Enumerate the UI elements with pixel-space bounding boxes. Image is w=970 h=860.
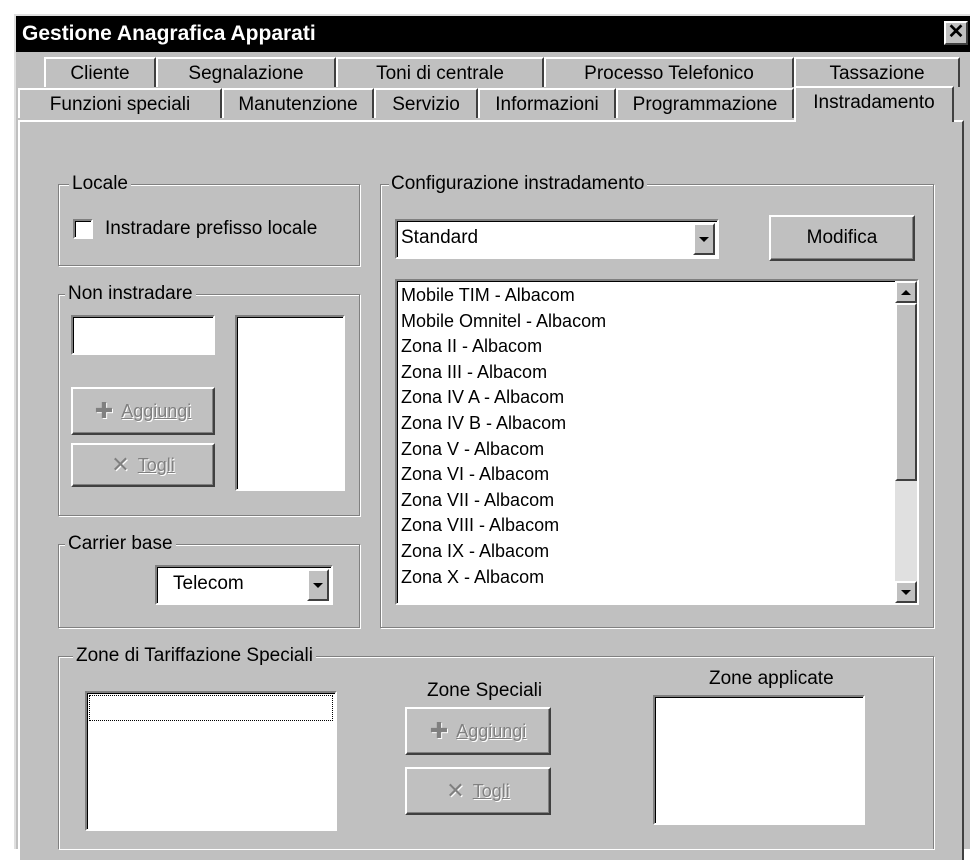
chevron-down-icon[interactable]	[693, 223, 715, 255]
tab-label: Instradamento	[813, 92, 935, 113]
list-item[interactable]: Zona VI - Albacom	[397, 462, 891, 488]
tab-label: Funzioni speciali	[49, 94, 191, 115]
list-focus-item[interactable]	[89, 695, 333, 721]
list-item[interactable]: Zona IV B - Albacom	[397, 411, 891, 437]
zone-tariffazione-legend: Zone di Tariffazione Speciali	[73, 643, 316, 669]
scroll-up-button[interactable]	[895, 281, 917, 303]
list-item[interactable]: Zona VII - Albacom	[397, 488, 891, 514]
zone-togli-button[interactable]: ✕ Togli	[405, 767, 551, 815]
config-selected: Standard	[401, 227, 479, 248]
modifica-label: Modifica	[806, 227, 878, 248]
config-list-items: Mobile TIM - Albacom Mobile Omnitel - Alb…	[397, 283, 891, 590]
list-item[interactable]: Zona X - Albacom	[397, 565, 891, 591]
zone-aggiungi-label: Aggiungi	[456, 720, 527, 741]
title-bar: Gestione Anagrafica Apparati ✕	[16, 16, 970, 52]
togli-label: Togli	[137, 454, 175, 475]
tab-label: Programmazione	[632, 94, 778, 115]
plus-icon: ✚	[429, 718, 449, 743]
list-item[interactable]: Zona II - Albacom	[397, 334, 891, 360]
zone-tariffazione-group: Zone di Tariffazione Speciali Zone Speci…	[58, 643, 934, 849]
list-item[interactable]: Zona IX - Albacom	[397, 539, 891, 565]
list-item[interactable]: Zona III - Albacom	[397, 360, 891, 386]
zone-available-list[interactable]	[85, 691, 337, 831]
tab-label: Manutenzione	[238, 94, 358, 115]
scrollbar-thumb[interactable]	[895, 303, 917, 481]
config-legend: Configurazione instradamento	[389, 171, 647, 197]
list-item[interactable]: Zona VIII - Albacom	[397, 513, 891, 539]
tab-manutenzione[interactable]: Manutenzione	[222, 88, 374, 118]
non-instradare-group: Non instradare ✚ Aggiungi ✕ Togli	[58, 281, 360, 516]
carrier-base-legend: Carrier base	[65, 531, 176, 557]
tab-label: Tassazione	[829, 63, 925, 84]
togli-button[interactable]: ✕ Togli	[71, 443, 215, 487]
tab-label: Cliente	[70, 63, 130, 84]
plus-icon: ✚	[94, 398, 114, 423]
zone-togli-label: Togli	[472, 780, 510, 801]
list-item[interactable]: Zona IV A - Albacom	[397, 385, 891, 411]
list-item[interactable]: Mobile Omnitel - Albacom	[397, 309, 891, 335]
aggiungi-label: Aggiungi	[121, 400, 192, 421]
tab-funzioni-speciali[interactable]: Funzioni speciali	[18, 88, 222, 118]
window-title: Gestione Anagrafica Apparati	[22, 22, 316, 45]
locale-group: Locale Instradare prefisso locale	[58, 171, 360, 266]
config-instradamento-group: Configurazione instradamento Standard Mo…	[380, 171, 934, 628]
chevron-down-icon[interactable]	[307, 569, 329, 601]
tab-servizio[interactable]: Servizio	[374, 88, 478, 118]
carrier-base-group: Carrier base Telecom	[58, 531, 360, 628]
tab-label: Informazioni	[495, 94, 599, 115]
list-item[interactable]: Zona V - Albacom	[397, 437, 891, 463]
scroll-down-button[interactable]	[895, 581, 917, 603]
config-dropdown[interactable]: Standard	[395, 219, 719, 259]
instradare-prefisso-label: Instradare prefisso locale	[105, 218, 318, 239]
tab-tassazione[interactable]: Tassazione	[794, 57, 960, 87]
tab-toni-di-centrale[interactable]: Toni di centrale	[336, 57, 544, 87]
zone-applicate-list[interactable]	[653, 695, 865, 825]
tab-label: Processo Telefonico	[584, 63, 754, 84]
non-instradare-legend: Non instradare	[65, 281, 196, 307]
tab-instradamento[interactable]: Instradamento	[794, 86, 954, 122]
modifica-button[interactable]: Modifica	[769, 215, 915, 261]
carrier-selected: Telecom	[173, 573, 244, 594]
tab-programmazione[interactable]: Programmazione	[616, 88, 794, 118]
non-instradare-input[interactable]	[71, 315, 215, 355]
zone-aggiungi-button[interactable]: ✚ Aggiungi	[405, 707, 551, 755]
tab-segnalazione[interactable]: Segnalazione	[156, 57, 336, 87]
close-icon: ✕	[947, 21, 965, 43]
close-button[interactable]: ✕	[944, 21, 968, 45]
aggiungi-button[interactable]: ✚ Aggiungi	[71, 387, 215, 435]
tab-label: Segnalazione	[188, 63, 304, 84]
x-icon: ✕	[446, 778, 465, 803]
non-instradare-list[interactable]	[235, 315, 345, 491]
zone-speciali-label: Zone Speciali	[427, 680, 543, 701]
zone-applicate-label: Zone applicate	[709, 668, 834, 689]
carrier-dropdown[interactable]: Telecom	[155, 565, 333, 605]
tab-label: Servizio	[392, 94, 460, 115]
locale-legend: Locale	[69, 171, 131, 197]
scrollbar[interactable]	[895, 281, 917, 603]
tab-label: Toni di centrale	[376, 63, 504, 84]
instradare-prefisso-checkbox[interactable]	[73, 219, 93, 239]
x-icon: ✕	[111, 452, 130, 477]
config-list[interactable]: Mobile TIM - Albacom Mobile Omnitel - Alb…	[395, 279, 919, 605]
tab-cliente[interactable]: Cliente	[44, 57, 156, 87]
list-item[interactable]: Mobile TIM - Albacom	[397, 283, 891, 309]
tab-informazioni[interactable]: Informazioni	[478, 88, 616, 118]
tab-processo-telefonico[interactable]: Processo Telefonico	[544, 57, 794, 87]
